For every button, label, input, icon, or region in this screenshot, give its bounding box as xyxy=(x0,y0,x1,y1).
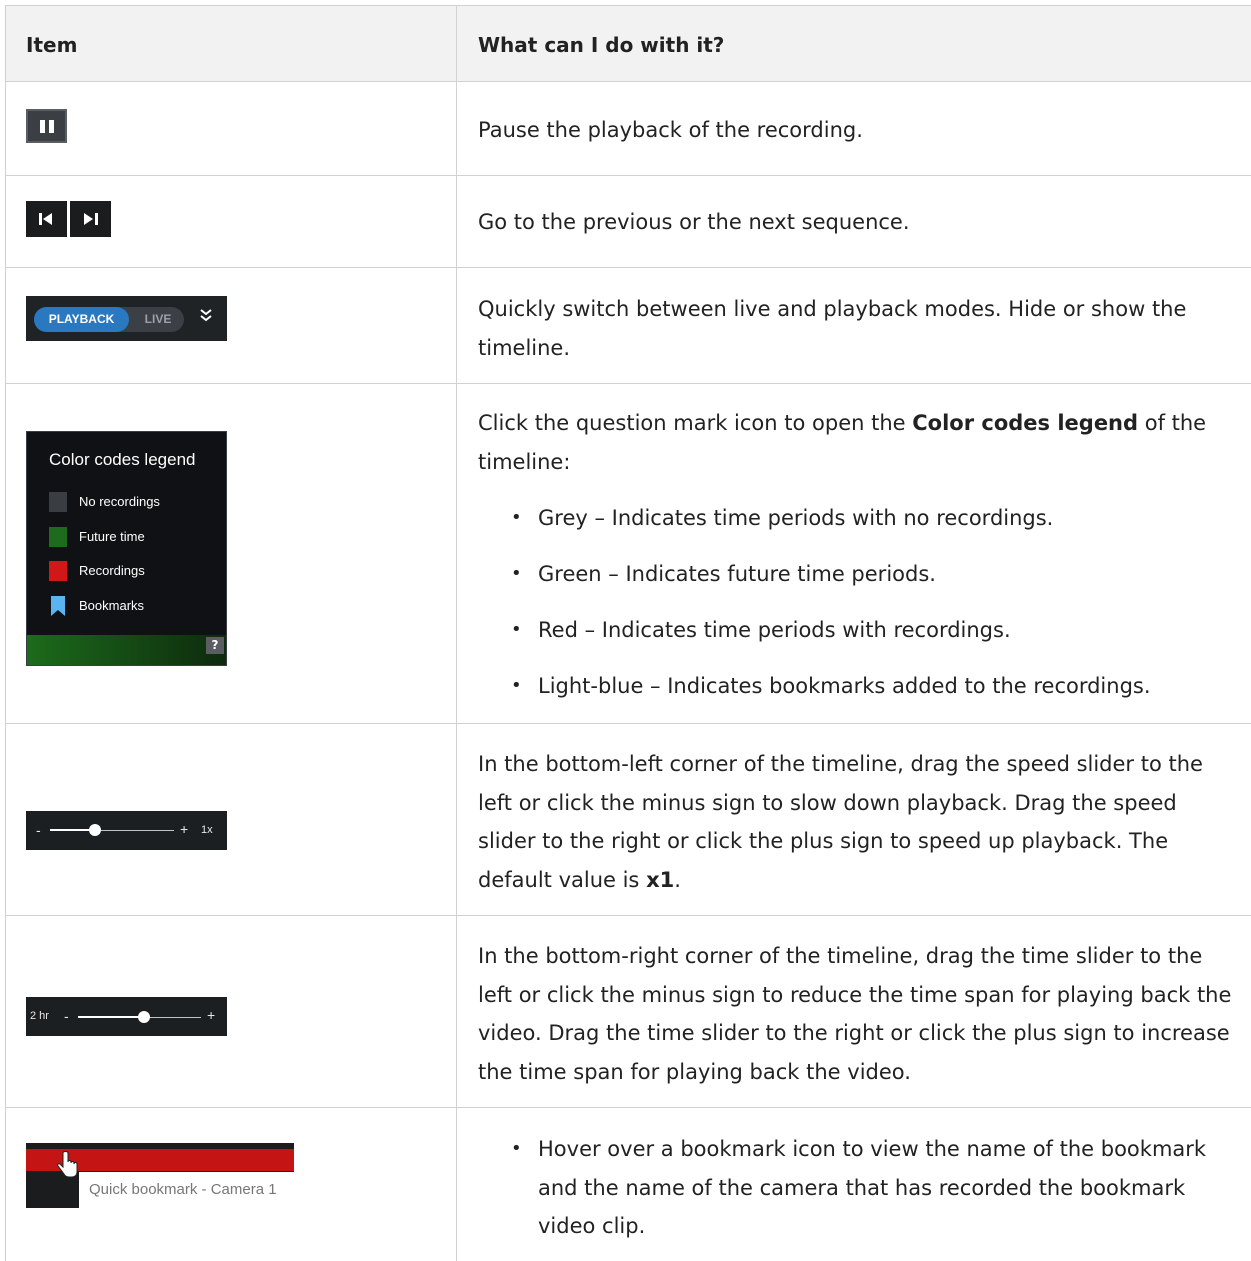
item-cell: Quick bookmark - Camera 1 xyxy=(6,1108,457,1261)
legend-label: Bookmarks xyxy=(79,598,145,613)
description-cell: Pause the playback of the recording. xyxy=(458,82,1251,175)
row-description: Quickly switch between live and playback… xyxy=(478,297,1187,360)
table-row: Go to the previous or the next sequence. xyxy=(6,176,1251,268)
item-cell xyxy=(6,176,457,267)
bookmark-tooltip: Quick bookmark - Camera 1 xyxy=(79,1172,294,1208)
help-icon[interactable]: ? xyxy=(206,637,224,654)
minus-icon[interactable]: - xyxy=(36,822,41,838)
legend-item: Bookmarks xyxy=(49,596,229,616)
color-codes-legend-panel: Color codes legend No recordings Future … xyxy=(26,431,227,666)
table-row: Quick bookmark - Camera 1 Hover over a b… xyxy=(6,1108,1251,1261)
speed-value: 1x xyxy=(201,824,213,836)
color-codes-list: Grey – Indicates time periods with no re… xyxy=(511,499,1151,723)
pause-icon xyxy=(26,109,67,143)
header-description-label: What can I do with it? xyxy=(478,33,725,57)
table-row: Pause the playback of the recording. xyxy=(6,82,1251,176)
header-cell-item: Item xyxy=(6,6,457,81)
legend-swatch xyxy=(49,527,67,547)
plus-icon[interactable]: + xyxy=(207,1007,215,1023)
legend-label: Future time xyxy=(79,529,145,544)
header-item-label: Item xyxy=(26,33,78,57)
description-cell: In the bottom-right corner of the timeli… xyxy=(458,916,1251,1107)
list-item: Grey – Indicates time periods with no re… xyxy=(511,499,1151,538)
legend-item: Recordings xyxy=(49,561,229,581)
time-slider-handle[interactable] xyxy=(138,1011,150,1023)
time-span-value: 2 hr xyxy=(30,1010,49,1022)
playback-mode-label: PLAYBACK xyxy=(34,307,129,332)
legend-item: No recordings xyxy=(49,492,229,512)
legend-swatch xyxy=(49,492,67,512)
description-cell: Click the question mark icon to open the… xyxy=(458,384,1251,723)
item-description-table: Item What can I do with it? Pause the pl… xyxy=(5,5,1251,1261)
header-cell-description: What can I do with it? xyxy=(458,6,1251,81)
description-cell: In the bottom-left corner of the timelin… xyxy=(458,724,1251,915)
live-mode-label: LIVE xyxy=(144,312,172,326)
previous-sequence-icon xyxy=(26,201,67,237)
plus-icon[interactable]: + xyxy=(180,821,188,837)
speed-slider-fill xyxy=(50,829,94,831)
item-cell xyxy=(6,82,457,175)
hand-cursor-icon xyxy=(56,1151,78,1185)
minus-icon[interactable]: - xyxy=(64,1008,69,1024)
description-cell: Quickly switch between live and playback… xyxy=(458,268,1251,383)
table-row: - + 1x In the bottom-left corner of the … xyxy=(6,724,1251,916)
time-span-slider-bar: 2 hr - + xyxy=(26,997,227,1036)
timeline-strip xyxy=(27,635,226,665)
list-item: Light-blue – Indicates bookmarks added t… xyxy=(511,667,1151,706)
mode-toggle-bar: PLAYBACK LIVE xyxy=(26,296,227,341)
table-row: Color codes legend No recordings Future … xyxy=(6,384,1251,724)
table-row: PLAYBACK LIVE Quickly switch between liv… xyxy=(6,268,1251,384)
description-cell: Go to the previous or the next sequence. xyxy=(458,176,1251,267)
row-description: In the bottom-right corner of the timeli… xyxy=(478,944,1232,1084)
bookmark-icon xyxy=(49,596,67,616)
bookmark-list: Hover over a bookmark icon to view the n… xyxy=(511,1130,1222,1261)
playback-live-toggle: PLAYBACK LIVE xyxy=(34,307,184,332)
item-cell: 2 hr - + xyxy=(6,916,457,1107)
legend-swatch xyxy=(49,561,67,581)
legend-item: Future time xyxy=(49,527,229,547)
chevron-down-icon xyxy=(200,308,212,326)
table-header-row: Item What can I do with it? xyxy=(6,5,1251,82)
item-cell: - + 1x xyxy=(6,724,457,915)
row-description: Click the question mark icon to open the… xyxy=(478,411,1207,474)
item-cell: Color codes legend No recordings Future … xyxy=(6,384,457,723)
list-item: Green – Indicates future time periods. xyxy=(511,555,1151,594)
speed-slider-bar: - + 1x xyxy=(26,811,227,850)
legend-title: Color codes legend xyxy=(49,450,196,469)
list-item: Hover over a bookmark icon to view the n… xyxy=(511,1130,1222,1246)
item-cell: PLAYBACK LIVE xyxy=(6,268,457,383)
time-slider-fill xyxy=(78,1016,144,1018)
next-sequence-icon xyxy=(70,201,111,237)
row-description: In the bottom-left corner of the timelin… xyxy=(478,752,1203,892)
legend-label: No recordings xyxy=(79,494,160,509)
list-item: Red – Indicates time periods with record… xyxy=(511,611,1151,650)
speed-slider-handle[interactable] xyxy=(89,824,101,836)
description-cell: Hover over a bookmark icon to view the n… xyxy=(458,1108,1251,1261)
table-row: 2 hr - + In the bottom-right corner of t… xyxy=(6,916,1251,1108)
row-description: Go to the previous or the next sequence. xyxy=(478,210,910,234)
bookmark-hover-preview: Quick bookmark - Camera 1 xyxy=(26,1143,294,1208)
legend-label: Recordings xyxy=(79,563,145,578)
row-description: Pause the playback of the recording. xyxy=(478,118,863,142)
